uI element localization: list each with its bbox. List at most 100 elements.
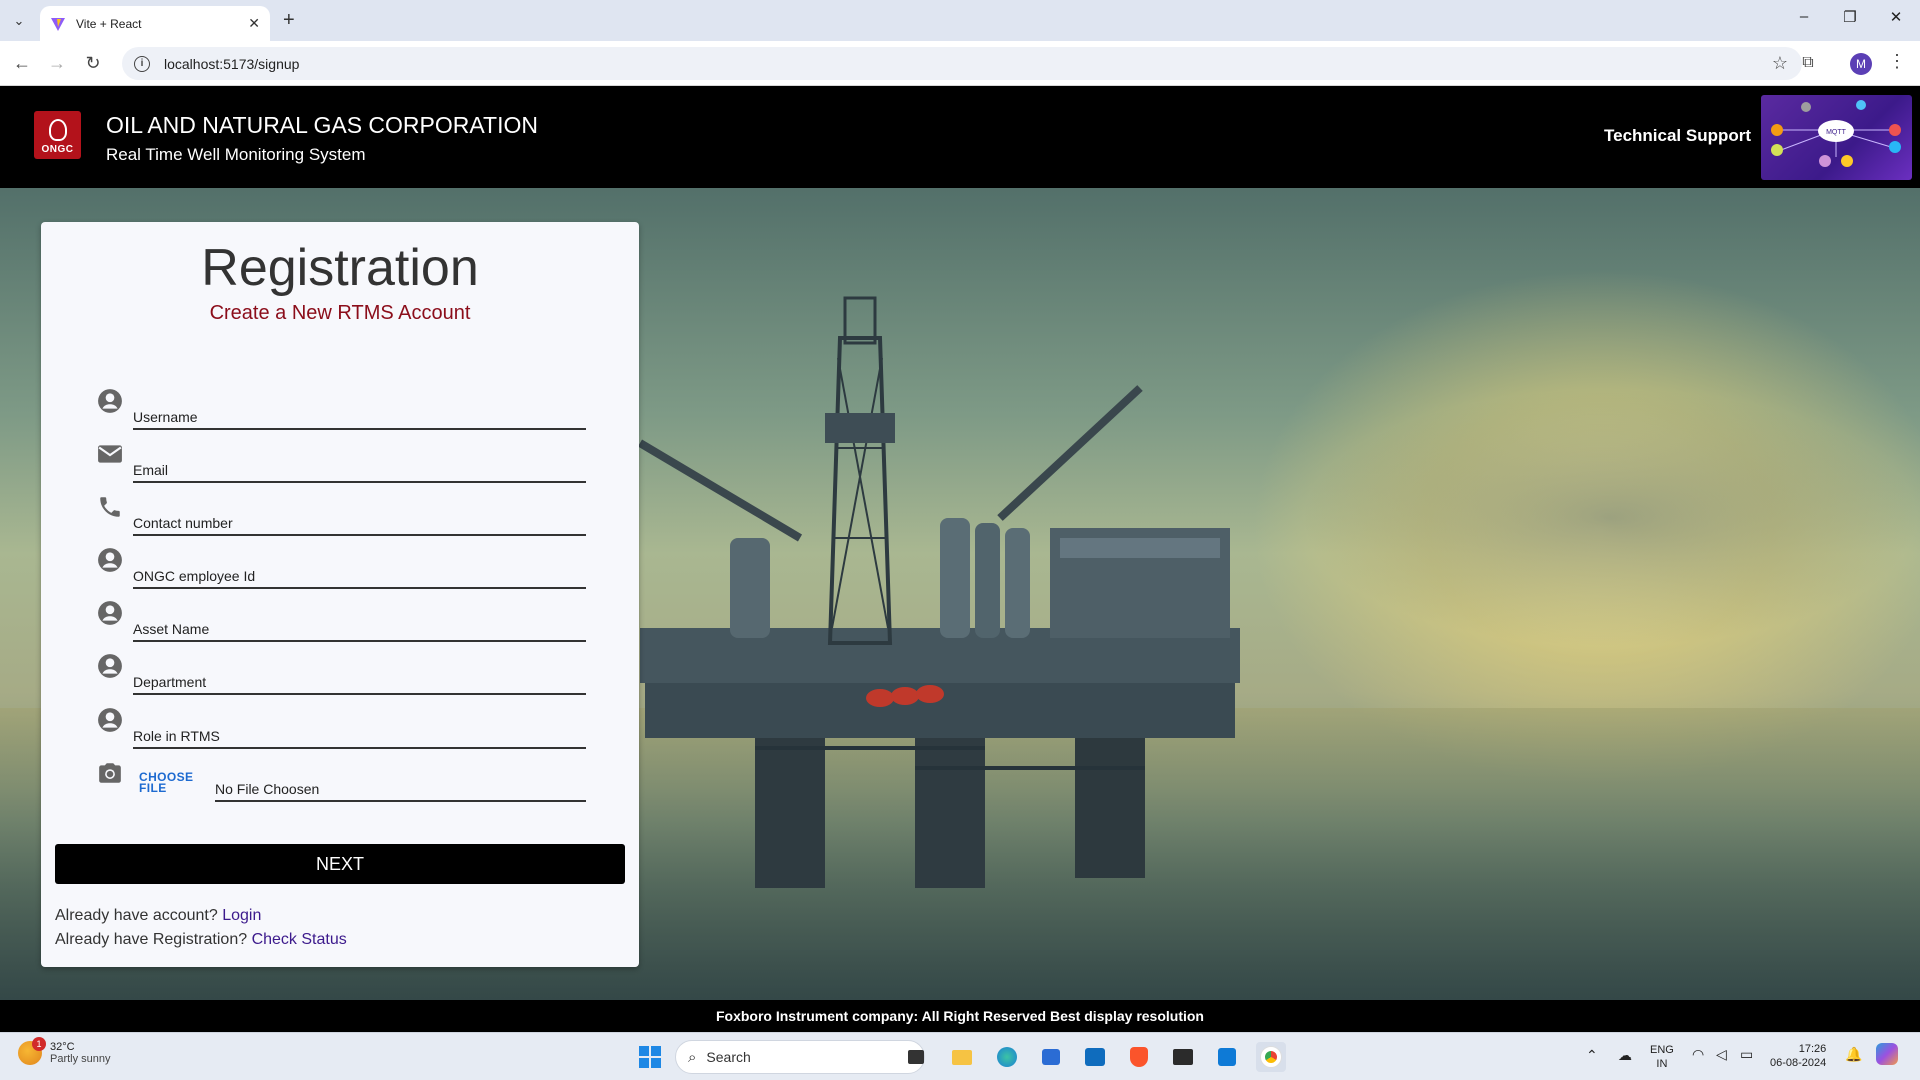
vscode-icon[interactable] xyxy=(1212,1042,1242,1072)
taskbar-search[interactable]: ⌕ Search xyxy=(675,1040,925,1074)
role-label: Role in RTMS xyxy=(133,728,220,744)
employee-id-label: ONGC employee Id xyxy=(133,568,256,584)
asset-name-field[interactable]: Asset Name xyxy=(97,600,586,642)
browser-tab-bar: ⌄ Vite + React ✕ + – ❐ ✕ xyxy=(0,0,1920,41)
registration-subtitle: Create a New RTMS Account xyxy=(209,302,471,324)
account-circle-icon xyxy=(98,708,122,732)
tray-network-icon[interactable]: ☁ xyxy=(1618,1048,1632,1062)
file-explorer-icon[interactable] xyxy=(947,1042,977,1072)
page-footer: Foxboro Instrument company: All Right Re… xyxy=(0,1000,1920,1032)
site-info-icon[interactable]: i xyxy=(134,55,150,72)
tab-close-icon[interactable]: ✕ xyxy=(248,15,260,32)
browser-menu-icon[interactable]: ⋮ xyxy=(1888,51,1906,72)
username-label: Username xyxy=(133,409,198,425)
language-indicator[interactable]: ENG IN xyxy=(1650,1043,1674,1071)
choose-file-button[interactable]: CHOOSE FILE xyxy=(139,771,199,794)
technical-support-link[interactable]: Technical Support xyxy=(1604,126,1751,146)
wifi-icon[interactable]: ◠ xyxy=(1692,1047,1704,1061)
status-prompt-line: Already have Registration? Check Status xyxy=(55,931,347,949)
window-close-icon[interactable]: ✕ xyxy=(1886,8,1906,26)
status-prompt: Already have Registration? xyxy=(55,931,248,948)
extensions-puzzle-icon[interactable]: ⧉ xyxy=(1796,51,1820,75)
clock-date: 06-08-2024 xyxy=(1770,1057,1827,1069)
org-subtitle: Real Time Well Monitoring System xyxy=(106,145,366,164)
brave-browser-icon[interactable] xyxy=(1124,1042,1154,1072)
role-field[interactable]: Role in RTMS xyxy=(97,707,586,749)
weather-badge: 1 xyxy=(32,1037,46,1051)
battery-icon[interactable]: ▭ xyxy=(1740,1047,1753,1061)
minimize-icon[interactable]: – xyxy=(1794,8,1814,25)
os-taskbar: 1 32°C Partly sunny ⌕ Search ⌃ ☁ ENG IN … xyxy=(0,1032,1920,1080)
account-circle-icon xyxy=(98,654,122,678)
email-label: Email xyxy=(133,462,169,478)
mqtt-diagram-icon: MQTT xyxy=(1771,100,1901,167)
phone-icon xyxy=(100,497,120,517)
store-icon[interactable] xyxy=(1036,1042,1066,1072)
email-icon xyxy=(98,445,122,463)
check-status-link[interactable]: Check Status xyxy=(252,931,347,948)
browser-tab[interactable]: Vite + React ✕ xyxy=(40,6,270,41)
notification-bell-icon[interactable]: 🔔 xyxy=(1845,1047,1862,1061)
edge-browser-icon[interactable] xyxy=(992,1042,1022,1072)
new-tab-plus-icon[interactable]: + xyxy=(283,9,295,32)
weather-temp: 32°C xyxy=(50,1041,75,1053)
browser-toolbar: ← → ↻ i localhost:5173/signup ☆ ⧉ M ⋮ xyxy=(0,41,1920,86)
task-view-icon[interactable] xyxy=(901,1042,931,1072)
volume-icon[interactable]: ◁ xyxy=(1716,1047,1727,1061)
account-circle-icon xyxy=(98,548,122,572)
contact-number-field[interactable]: Contact number xyxy=(97,494,586,536)
logo-text: ONGC xyxy=(41,144,74,155)
registration-card: Registration Create a New RTMS Account U… xyxy=(41,222,639,967)
camera-icon xyxy=(99,763,121,783)
login-link[interactable]: Login xyxy=(222,907,261,924)
mqtt-support-image[interactable]: MQTT xyxy=(1761,95,1912,180)
login-prompt-line: Already have account? Login xyxy=(55,907,261,925)
weather-sun-icon: 1 xyxy=(18,1037,46,1065)
employee-id-field[interactable]: ONGC employee Id xyxy=(97,547,586,589)
department-label: Department xyxy=(133,674,207,690)
bookmark-star-icon[interactable]: ☆ xyxy=(1772,53,1788,74)
windows-start-icon[interactable] xyxy=(635,1042,665,1072)
photo-upload-field: CHOOSE FILE No File Choosen xyxy=(97,760,586,802)
terminal-icon[interactable] xyxy=(1168,1042,1198,1072)
department-field[interactable]: Department xyxy=(97,653,586,695)
back-arrow-icon[interactable]: ← xyxy=(10,51,34,75)
chrome-browser-icon[interactable] xyxy=(1256,1042,1286,1072)
clock-time: 17:26 xyxy=(1798,1043,1827,1055)
email-underline xyxy=(133,459,586,483)
restore-icon[interactable]: ❐ xyxy=(1840,8,1860,26)
file-status-label: No File Choosen xyxy=(215,781,320,797)
username-underline xyxy=(133,406,586,430)
region-code: IN xyxy=(1656,1058,1668,1070)
profile-avatar[interactable]: M xyxy=(1850,53,1872,75)
search-icon: ⌕ xyxy=(688,1048,697,1066)
address-bar[interactable]: i localhost:5173/signup ☆ xyxy=(122,47,1802,80)
vite-favicon-icon xyxy=(51,17,65,31)
account-circle-icon xyxy=(98,389,122,413)
contact-number-label: Contact number xyxy=(133,515,233,531)
registration-title: Registration xyxy=(201,239,479,297)
mqtt-label: MQTT xyxy=(1826,129,1847,136)
reload-icon[interactable]: ↻ xyxy=(81,51,105,75)
copilot-icon[interactable] xyxy=(1876,1043,1898,1069)
asset-name-label: Asset Name xyxy=(133,621,210,637)
weather-widget[interactable]: 1 32°C Partly sunny xyxy=(18,1037,111,1065)
next-button[interactable]: NEXT xyxy=(55,844,625,884)
tab-search-chevron-icon[interactable]: ⌄ xyxy=(8,10,30,32)
weather-desc: Partly sunny xyxy=(50,1053,111,1065)
outlook-icon[interactable] xyxy=(1080,1042,1110,1072)
tab-title: Vite + React xyxy=(76,16,142,31)
account-circle-icon xyxy=(98,601,122,625)
ongc-logo: ONGC xyxy=(34,111,81,159)
login-prompt: Already have account? xyxy=(55,907,218,924)
username-field[interactable]: Username xyxy=(97,388,586,430)
forward-arrow-icon[interactable]: → xyxy=(45,51,69,75)
taskbar-search-label: Search xyxy=(706,1049,751,1065)
address-url: localhost:5173/signup xyxy=(164,55,300,72)
email-field[interactable]: Email xyxy=(97,441,586,483)
tray-chevron-icon[interactable]: ⌃ xyxy=(1586,1048,1598,1062)
ongc-flame-icon xyxy=(48,119,67,141)
clock[interactable]: 17:26 06-08-2024 xyxy=(1770,1042,1826,1070)
org-title: OIL AND NATURAL GAS CORPORATION xyxy=(106,112,538,138)
app-header: ONGC OIL AND NATURAL GAS CORPORATION Rea… xyxy=(0,86,1920,188)
